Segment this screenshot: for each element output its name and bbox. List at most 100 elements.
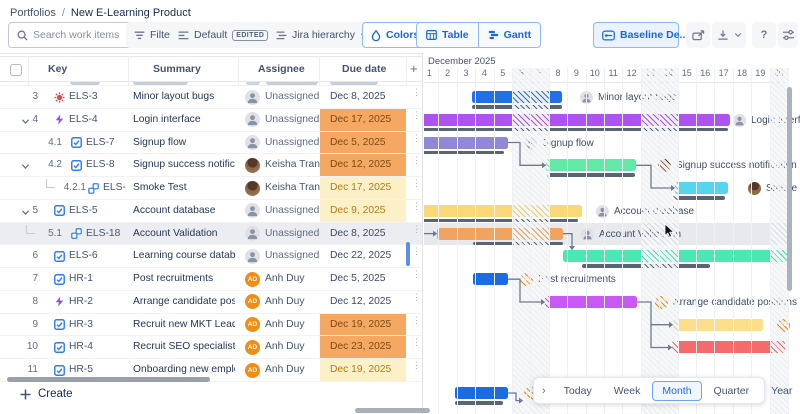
summary-cell[interactable]: Onboarding new employ... bbox=[133, 364, 235, 375]
timescale-option-year[interactable]: Year bbox=[761, 381, 800, 401]
assignee-name[interactable]: Anh Duy bbox=[265, 364, 305, 375]
row-menu-button[interactable]: ⋮ bbox=[412, 181, 418, 186]
issue-key[interactable]: ELS-5 bbox=[69, 205, 98, 216]
create-button[interactable]: Create bbox=[20, 388, 73, 400]
table-row[interactable]: 6ELS-6Learning course databaseUnassigned… bbox=[0, 245, 422, 268]
assignee-name[interactable]: Anh Duy bbox=[265, 319, 305, 330]
issue-key[interactable]: HR-5 bbox=[69, 364, 93, 375]
column-header-key[interactable]: Key bbox=[48, 63, 67, 75]
table-vertical-scrollbar[interactable] bbox=[406, 242, 410, 266]
export-button[interactable] bbox=[712, 22, 746, 48]
gantt-bar[interactable] bbox=[424, 205, 582, 217]
issue-key[interactable]: ELS-8 bbox=[86, 159, 115, 170]
summary-cell[interactable]: Signup flow bbox=[133, 137, 235, 148]
breadcrumb-portfolios[interactable]: Portfolios bbox=[10, 7, 56, 19]
due-date-cell[interactable]: Dec 17, 2025 bbox=[320, 177, 406, 199]
share-button[interactable] bbox=[686, 22, 710, 48]
table-row[interactable]: 9HR-3Recruit new MKT LeaderADAnh DuyDec … bbox=[0, 314, 422, 337]
due-date-cell[interactable]: Dec 5, 2025 bbox=[320, 268, 406, 290]
assignee-name[interactable]: Anh Duy bbox=[265, 341, 305, 352]
summary-cell[interactable]: Login interface bbox=[133, 114, 235, 125]
baseline-dropdown[interactable]: Baseline De... bbox=[593, 22, 679, 48]
gantt-bar[interactable] bbox=[675, 182, 728, 194]
assignee-name[interactable]: Anh Duy bbox=[265, 296, 305, 307]
summary-cell[interactable]: Signup success notificati... bbox=[133, 159, 235, 170]
gantt-view-button[interactable]: Gantt bbox=[478, 23, 540, 47]
gantt-bar[interactable] bbox=[455, 387, 508, 399]
table-row[interactable]: 7HR-1Post recruitmentsADAnh DuyDec 5, 20… bbox=[0, 268, 422, 291]
assignee-name[interactable]: Unassigned bbox=[265, 205, 319, 216]
table-horizontal-scrollbar[interactable] bbox=[7, 377, 210, 382]
issue-key[interactable]: ELS-7 bbox=[86, 137, 115, 148]
row-menu-button[interactable]: ⋮ bbox=[412, 90, 418, 95]
assignee-name[interactable]: Unassigned bbox=[265, 114, 319, 125]
gantt-bar[interactable] bbox=[673, 319, 763, 331]
due-date-cell[interactable]: Dec 9, 2025 bbox=[320, 200, 406, 222]
table-view-button[interactable]: Table bbox=[417, 23, 478, 47]
expand-chevron-icon[interactable] bbox=[21, 162, 30, 173]
row-menu-button[interactable]: ⋮ bbox=[412, 227, 418, 232]
issue-key[interactable]: HR-4 bbox=[69, 341, 93, 352]
collapse-switcher-chevron[interactable]: › bbox=[542, 385, 546, 397]
assignee-name[interactable]: Keisha Tran bbox=[265, 182, 320, 193]
timescale-option-quarter[interactable]: Quarter bbox=[704, 381, 760, 401]
due-date-cell[interactable]: Dec 17, 2025 bbox=[320, 109, 406, 131]
summary-cell[interactable]: Smoke Test bbox=[133, 182, 235, 193]
issue-key[interactable]: ELS- bbox=[103, 182, 126, 193]
table-row[interactable]: 8HR-2Arrange candidate positi...ADAnh Du… bbox=[0, 291, 422, 314]
summary-cell[interactable]: Arrange candidate positi... bbox=[133, 296, 235, 307]
summary-cell[interactable]: Recruit SEO specialist bbox=[133, 341, 235, 352]
assignee-name[interactable]: Unassigned bbox=[265, 137, 319, 148]
select-all-checkbox[interactable] bbox=[10, 64, 22, 76]
row-menu-button[interactable]: ⋮ bbox=[412, 295, 418, 300]
due-date-cell[interactable]: Dec 19, 2025 bbox=[320, 314, 406, 336]
summary-cell[interactable]: Learning course database bbox=[133, 250, 235, 261]
due-date-cell[interactable]: Dec 12, 2025 bbox=[320, 291, 406, 313]
help-button[interactable]: ? bbox=[752, 22, 776, 48]
assignee-name[interactable]: Unassigned bbox=[265, 91, 319, 102]
due-date-cell[interactable]: Dec 12, 2025 bbox=[320, 154, 406, 176]
table-row[interactable]: 4.2.1ELS-Smoke TestKeisha TranDec 17, 20… bbox=[0, 177, 422, 200]
settings-button[interactable] bbox=[778, 22, 798, 48]
add-column-button[interactable]: + bbox=[410, 61, 418, 76]
issue-key[interactable]: ELS-18 bbox=[86, 228, 120, 239]
row-menu-button[interactable]: ⋮ bbox=[412, 318, 418, 323]
column-header-summary[interactable]: Summary bbox=[153, 63, 201, 75]
due-date-cell[interactable]: Dec 19, 2025 bbox=[320, 359, 406, 381]
table-row[interactable]: 4.1ELS-7Signup flowUnassignedDec 5, 2025… bbox=[0, 132, 422, 155]
timescale-option-month[interactable]: Month bbox=[652, 381, 701, 401]
issue-key[interactable]: ELS-6 bbox=[69, 250, 98, 261]
page-horizontal-scrollbar[interactable] bbox=[355, 408, 430, 413]
summary-cell[interactable]: Recruit new MKT Leader bbox=[133, 319, 235, 330]
issue-key[interactable]: HR-2 bbox=[69, 296, 93, 307]
assignee-name[interactable]: Unassigned bbox=[265, 250, 319, 261]
summary-cell[interactable]: Post recruitments bbox=[133, 273, 235, 284]
table-row[interactable]: 4ELS-4Login interfaceUnassignedDec 17, 2… bbox=[0, 109, 422, 132]
gantt-bar[interactable] bbox=[473, 273, 508, 285]
table-row[interactable]: 5.1ELS-18Account ValidationUnassignedDec… bbox=[0, 223, 422, 246]
row-menu-button[interactable]: ⋮ bbox=[412, 158, 418, 163]
timescale-option-today[interactable]: Today bbox=[554, 381, 602, 401]
summary-cell[interactable]: Account Validation bbox=[133, 228, 235, 239]
gantt-vertical-scrollbar[interactable] bbox=[787, 87, 792, 291]
due-date-cell[interactable]: Dec 5, 2025 bbox=[320, 132, 406, 154]
due-date-cell[interactable]: Dec 23, 2025 bbox=[320, 336, 406, 358]
row-menu-button[interactable]: ⋮ bbox=[412, 249, 418, 254]
table-row[interactable]: 5ELS-5Account databaseUnassignedDec 9, 2… bbox=[0, 200, 422, 223]
row-menu-button[interactable]: ⋮ bbox=[412, 340, 418, 345]
issue-key[interactable]: ELS-4 bbox=[69, 114, 98, 125]
row-menu-button[interactable]: ⋮ bbox=[412, 363, 418, 368]
issue-key[interactable]: HR-1 bbox=[69, 273, 93, 284]
issue-key[interactable]: HR-3 bbox=[69, 319, 93, 330]
breadcrumb-current[interactable]: New E-Learning Product bbox=[71, 7, 191, 19]
table-row[interactable]: 10HR-4Recruit SEO specialistADAnh DuyDec… bbox=[0, 336, 422, 359]
gantt-bar[interactable] bbox=[424, 114, 730, 126]
assignee-name[interactable]: Unassigned bbox=[265, 228, 319, 239]
assignee-name[interactable]: Anh Duy bbox=[265, 273, 305, 284]
due-date-cell[interactable]: Dec 8, 2025 bbox=[320, 86, 406, 108]
hierarchy-dropdown[interactable]: Jira hierarchy bbox=[268, 22, 377, 48]
row-menu-button[interactable]: ⋮ bbox=[412, 204, 418, 209]
summary-cell[interactable]: Minor layout bugs bbox=[133, 91, 235, 102]
column-header-assignee[interactable]: Assignee bbox=[258, 63, 305, 75]
gantt-bar[interactable] bbox=[672, 341, 785, 353]
